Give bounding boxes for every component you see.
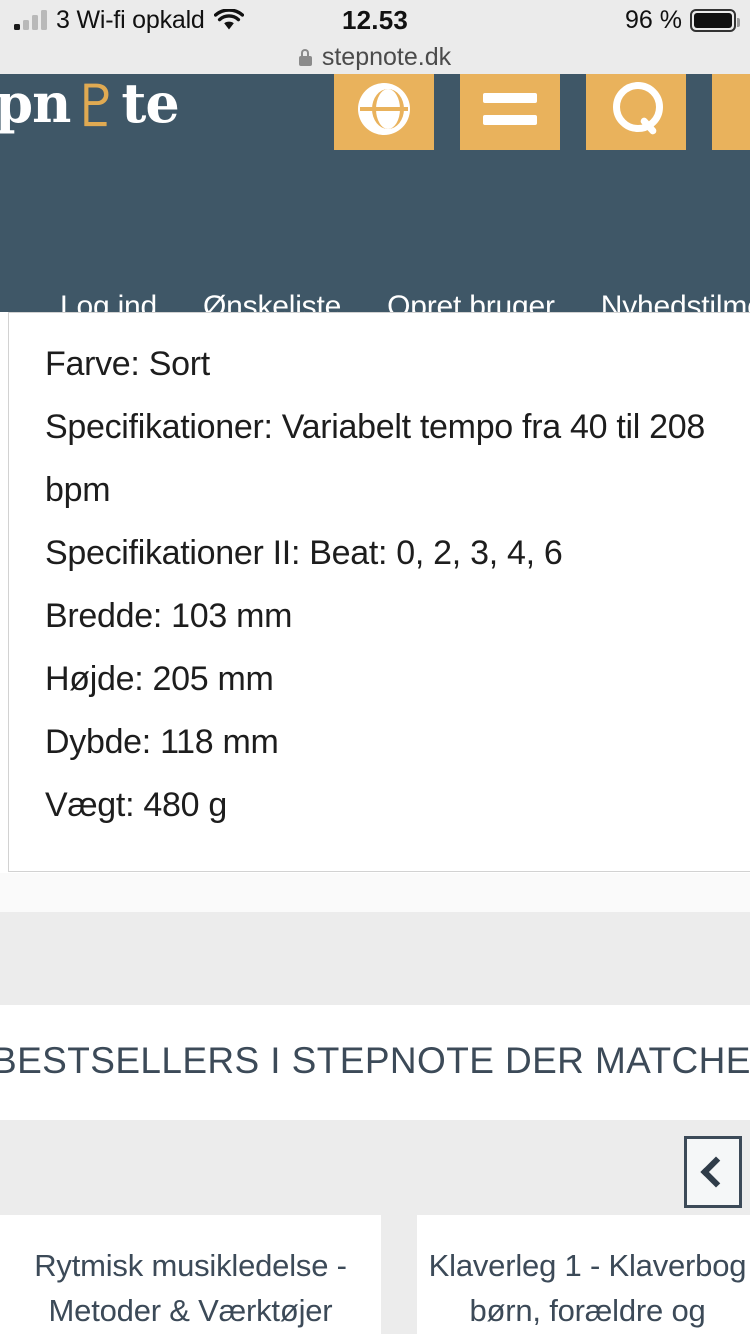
carousel-cards: Rytmisk musikledelse - Metoder & Værktøj… [0, 1215, 750, 1334]
header-nav-links: Log ind Ønskeliste Opret bruger Nyhedsti… [60, 290, 750, 312]
browser-url-bar[interactable]: stepnote.dk [0, 40, 750, 74]
url-text: stepnote.dk [321, 42, 452, 71]
product-card-title: Klaverleg 1 - Klaverbog børn, forældre og [428, 1248, 747, 1328]
nav-link-onskeliste[interactable]: Ønskeliste [203, 290, 341, 312]
bestsellers-carousel: Rytmisk musikledelse - Metoder & Værktøj… [0, 1120, 750, 1334]
lock-icon [298, 48, 312, 66]
chevron-left-icon [700, 1156, 732, 1188]
menu-button[interactable] [460, 74, 560, 150]
site-header: epn♇te Log ind Ønskeliste Opret bruger N… [0, 74, 750, 312]
ios-status-bar: 3 Wi-fi opkald 12.53 96 % [0, 0, 750, 40]
spec-line-bredde: Bredde: 103 mm [45, 597, 293, 635]
nav-link-log-ind[interactable]: Log ind [60, 290, 157, 312]
battery-percent-label: 96 % [625, 5, 682, 34]
spec-line-vaegt: Vægt: 480 g [45, 786, 227, 824]
phone-screen: 3 Wi-fi opkald 12.53 96 % stepnote.dk ep… [0, 0, 750, 1334]
spec-line-dybde: Dybde: 118 mm [45, 723, 279, 761]
status-bar-right: 96 % [625, 6, 750, 35]
carousel-prev-button[interactable] [684, 1136, 742, 1208]
spec-line-farve: Farve: Sort [45, 345, 210, 383]
section-divider-gray [0, 912, 750, 1005]
spec-line-specifikationer-ii: Specifikationer II: Beat: 0, 2, 3, 4, 6 [45, 534, 563, 572]
logo-text-prefix: epn [0, 74, 71, 135]
spec-line-hojde: Højde: 205 mm [45, 660, 274, 698]
section-divider-light [0, 873, 750, 912]
search-button[interactable] [586, 74, 686, 150]
logo-text-suffix: te [121, 74, 179, 135]
site-logo[interactable]: epn♇te [0, 74, 180, 140]
product-specifications-panel: Farve: Sort Specifikationer: Variabelt t… [8, 312, 750, 872]
card-gap [381, 1215, 417, 1334]
nav-link-nyhedstilmelding[interactable]: Nyhedstilmelding [601, 290, 750, 312]
language-globe-button[interactable] [334, 74, 434, 150]
product-card[interactable]: Klaverleg 1 - Klaverbog børn, forældre og [417, 1215, 750, 1334]
specification-list: Farve: Sort Specifikationer: Variabelt t… [9, 313, 750, 837]
header-icon-buttons [334, 74, 750, 150]
cart-button[interactable] [712, 74, 750, 150]
treble-clef-icon: ♇ [70, 74, 122, 140]
product-card-title: Rytmisk musikledelse - Metoder & Værktøj… [34, 1248, 347, 1328]
battery-full-icon [690, 8, 740, 32]
nav-link-opret-bruger[interactable]: Opret bruger [387, 290, 555, 312]
search-icon [609, 82, 663, 136]
globe-icon [358, 83, 410, 135]
product-card[interactable]: Rytmisk musikledelse - Metoder & Værktøj… [0, 1215, 381, 1334]
bestsellers-heading: BESTSELLERS I STEPNOTE DER MATCHER DIN P… [0, 1040, 750, 1081]
hamburger-menu-icon [483, 93, 537, 125]
spec-line-specifikationer: Specifikationer: Variabelt tempo fra 40 … [45, 408, 705, 509]
